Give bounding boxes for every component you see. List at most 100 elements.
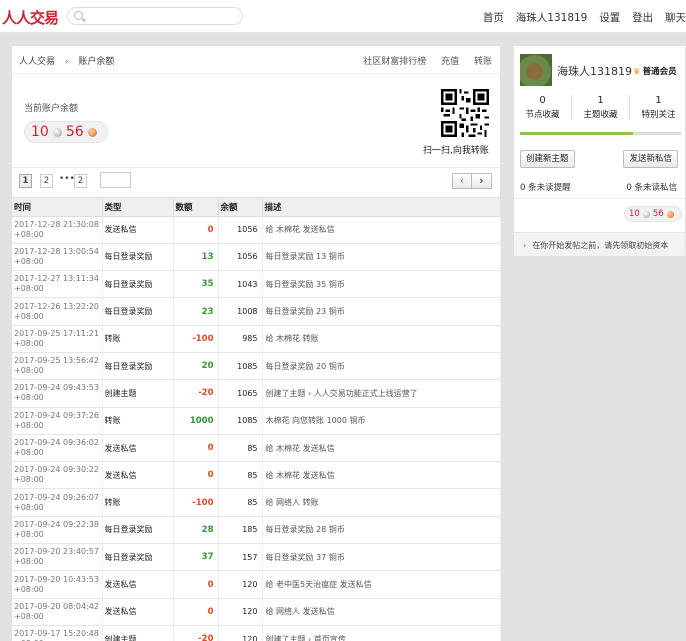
cell-date: 2017-09-20 10:43:53 <box>14 574 99 584</box>
unread-notifications-link[interactable]: 0 条未读提醒 <box>520 181 571 193</box>
cell-timezone: +08:00 <box>14 502 44 512</box>
table-row: 2017-09-20 08:04:42 +08:00 发送私信 0 120 给 网络人 发… <box>12 598 501 626</box>
cell-amount: -100 <box>173 325 219 353</box>
cell-description: 给 木棉花 发送私信 <box>262 434 501 463</box>
cell-timezone: +08:00 <box>14 529 44 539</box>
table-row: 2017-09-24 09:26:07 +08:00 转账 -100 85 给 网络人 转… <box>12 488 501 517</box>
cell-balance: 85 <box>218 461 263 490</box>
cell-amount: -20 <box>173 625 219 641</box>
balance-area: 当前账户余额 10 56 扫一扫,向我转账 <box>12 74 500 168</box>
table-row: 2017-12-28 21:30:08 +08:00 发送私信 0 1056 给 木棉花 … <box>12 216 501 244</box>
stat-label: 主题收藏 <box>583 110 618 120</box>
cell-balance: 120 <box>218 570 263 599</box>
transfer-link[interactable]: 转账 <box>474 57 492 67</box>
initial-capital-tip[interactable]: › 在你开始发帖之前，请先领取初始资本 <box>514 232 685 256</box>
page-1-button[interactable]: 1 <box>19 174 32 188</box>
table-row: 2017-09-25 17:11:21 +08:00 转账 -100 985 给 木棉花 … <box>12 325 501 353</box>
next-page-button[interactable]: › <box>472 173 492 189</box>
cell-date: 2017-09-24 09:36:02 <box>14 438 99 448</box>
cell-time: 2017-09-25 13:56:42 +08:00 <box>12 352 103 381</box>
breadcrumb-current: 账户余额 <box>78 57 115 67</box>
table-row: 2017-09-20 10:43:53 +08:00 发送私信 0 120 给 老中医5天… <box>12 570 501 599</box>
cell-balance: 1043 <box>218 270 263 299</box>
table-row: 2017-09-24 09:43:53 +08:00 创建主题 -20 1065 创建了主… <box>12 379 501 408</box>
cell-type: 每日登录奖励 <box>102 243 174 272</box>
cell-balance: 1085 <box>218 407 263 435</box>
stat-topic-favorites[interactable]: 1 主题收藏 <box>572 95 630 120</box>
cell-time: 2017-09-17 15:20:48+08:00 <box>12 625 103 641</box>
cell-balance: 1008 <box>218 297 263 326</box>
cell-time: 2017-09-20 10:43:53 +08:00 <box>12 570 103 599</box>
sidebar-username[interactable]: 海珠人131819 <box>557 63 632 79</box>
cell-description: 每日登录奖励 20 铜币 <box>262 352 501 381</box>
search-input[interactable] <box>67 7 243 25</box>
cell-type: 每日登录奖励 <box>102 352 174 381</box>
silver-coin-icon <box>52 127 62 137</box>
site-logo[interactable]: 人人交易 <box>2 7 59 28</box>
send-message-button[interactable]: 发送新私信 <box>623 150 678 168</box>
cell-timezone: +08:00 <box>14 475 44 485</box>
cell-amount: 13 <box>173 243 219 272</box>
nav-chat[interactable]: 聊天 <box>665 12 686 24</box>
transactions-table: 时间 类型 数额 余额 描述 2017-12-28 21:30:08 +08:00… <box>12 198 501 641</box>
nav-logout[interactable]: 登出 <box>632 12 653 24</box>
nav-home[interactable]: 首页 <box>483 12 504 24</box>
nav-user[interactable]: 海珠人131819 <box>516 12 588 24</box>
cell-amount: 23 <box>173 297 219 326</box>
prev-page-button[interactable]: ‹ <box>452 173 472 189</box>
table-row: 2017-12-26 13:22:20 +08:00 每日登录奖励 23 1008 每日登… <box>12 297 501 326</box>
cell-balance: 120 <box>218 625 263 641</box>
stat-following[interactable]: 1 特别关注 <box>630 95 686 120</box>
cell-amount: 37 <box>173 543 219 572</box>
recharge-link[interactable]: 充值 <box>441 57 459 67</box>
page-jump-input[interactable] <box>100 172 131 188</box>
cell-balance: 1056 <box>218 216 263 244</box>
wealth-ranking-link[interactable]: 社区财富排行榜 <box>363 57 426 67</box>
unread-messages-link[interactable]: 0 条未读私信 <box>626 181 677 193</box>
member-badge: ♛ 普通会员 <box>633 65 677 77</box>
silver-amount: 10 <box>31 124 49 140</box>
stat-label: 节点收藏 <box>525 110 560 120</box>
cell-amount: 28 <box>173 516 219 545</box>
cell-timezone: +08:00 <box>14 557 44 567</box>
stat-value: 1 <box>655 95 662 106</box>
cell-date: 2017-12-28 13:00:54 <box>14 246 99 256</box>
cell-type: 每日登录奖励 <box>102 297 174 326</box>
cell-time: 2017-09-20 23:40:57 +08:00 <box>12 543 103 572</box>
create-topic-button[interactable]: 创建新主题 <box>520 150 575 168</box>
user-sidebar: 海珠人131819 ♛ 普通会员 0 节点收藏 1 主题收藏 1 特别关注 创建新… <box>513 45 686 256</box>
stat-label: 特别关注 <box>641 110 676 120</box>
breadcrumb-root[interactable]: 人人交易 <box>19 57 55 67</box>
qr-caption: 扫一扫,向我转账 <box>423 146 489 156</box>
cell-time: 2017-09-24 09:43:53 +08:00 <box>12 379 103 408</box>
cell-time: 2017-09-24 09:22:38 +08:00 <box>12 516 103 545</box>
col-amount: 数额 <box>173 198 219 217</box>
silver-coin-icon <box>642 210 650 218</box>
table-row: 2017-12-27 13:11:34 +08:00 每日登录奖励 35 1043 每日登… <box>12 270 501 299</box>
stat-node-favorites[interactable]: 0 节点收藏 <box>514 95 572 120</box>
page-2-button[interactable]: 2 <box>40 174 53 188</box>
cell-balance: 85 <box>218 434 263 463</box>
page-last-button[interactable]: 2 <box>74 174 87 188</box>
sidebar-balance-pill[interactable]: 10 56 <box>624 206 682 222</box>
cell-time: 2017-09-24 09:36:02 +08:00 <box>12 434 103 463</box>
cell-balance: 120 <box>218 598 263 626</box>
cell-balance: 985 <box>218 325 263 353</box>
table-row: 2017-09-24 09:37:26 +08:00 转账 1000 1085 木棉花 向… <box>12 407 501 435</box>
cell-amount: -100 <box>173 488 219 517</box>
stat-value: 0 <box>539 95 546 106</box>
cell-type: 发送私信 <box>102 598 174 626</box>
breadcrumb-separator: › <box>64 57 69 67</box>
avatar[interactable] <box>520 54 552 86</box>
cell-amount: 0 <box>173 461 219 490</box>
pagination: 1 2 ••• 2 ‹ › <box>12 168 500 198</box>
cell-time: 2017-09-24 09:30:22 +08:00 <box>12 461 103 490</box>
nav-settings[interactable]: 设置 <box>599 12 620 24</box>
cell-time: 2017-09-24 09:26:07 +08:00 <box>12 488 103 517</box>
search-icon <box>74 11 83 20</box>
cell-date: 2017-09-20 23:40:57 <box>14 547 99 557</box>
balance-panel: 人人交易 › 账户余额 社区财富排行榜 充值 转账 当前账户余额 10 56 扫… <box>11 45 501 641</box>
cell-amount: 0 <box>173 216 219 244</box>
cell-time: 2017-12-27 13:11:34 +08:00 <box>12 270 103 299</box>
cell-type: 发送私信 <box>102 570 174 599</box>
